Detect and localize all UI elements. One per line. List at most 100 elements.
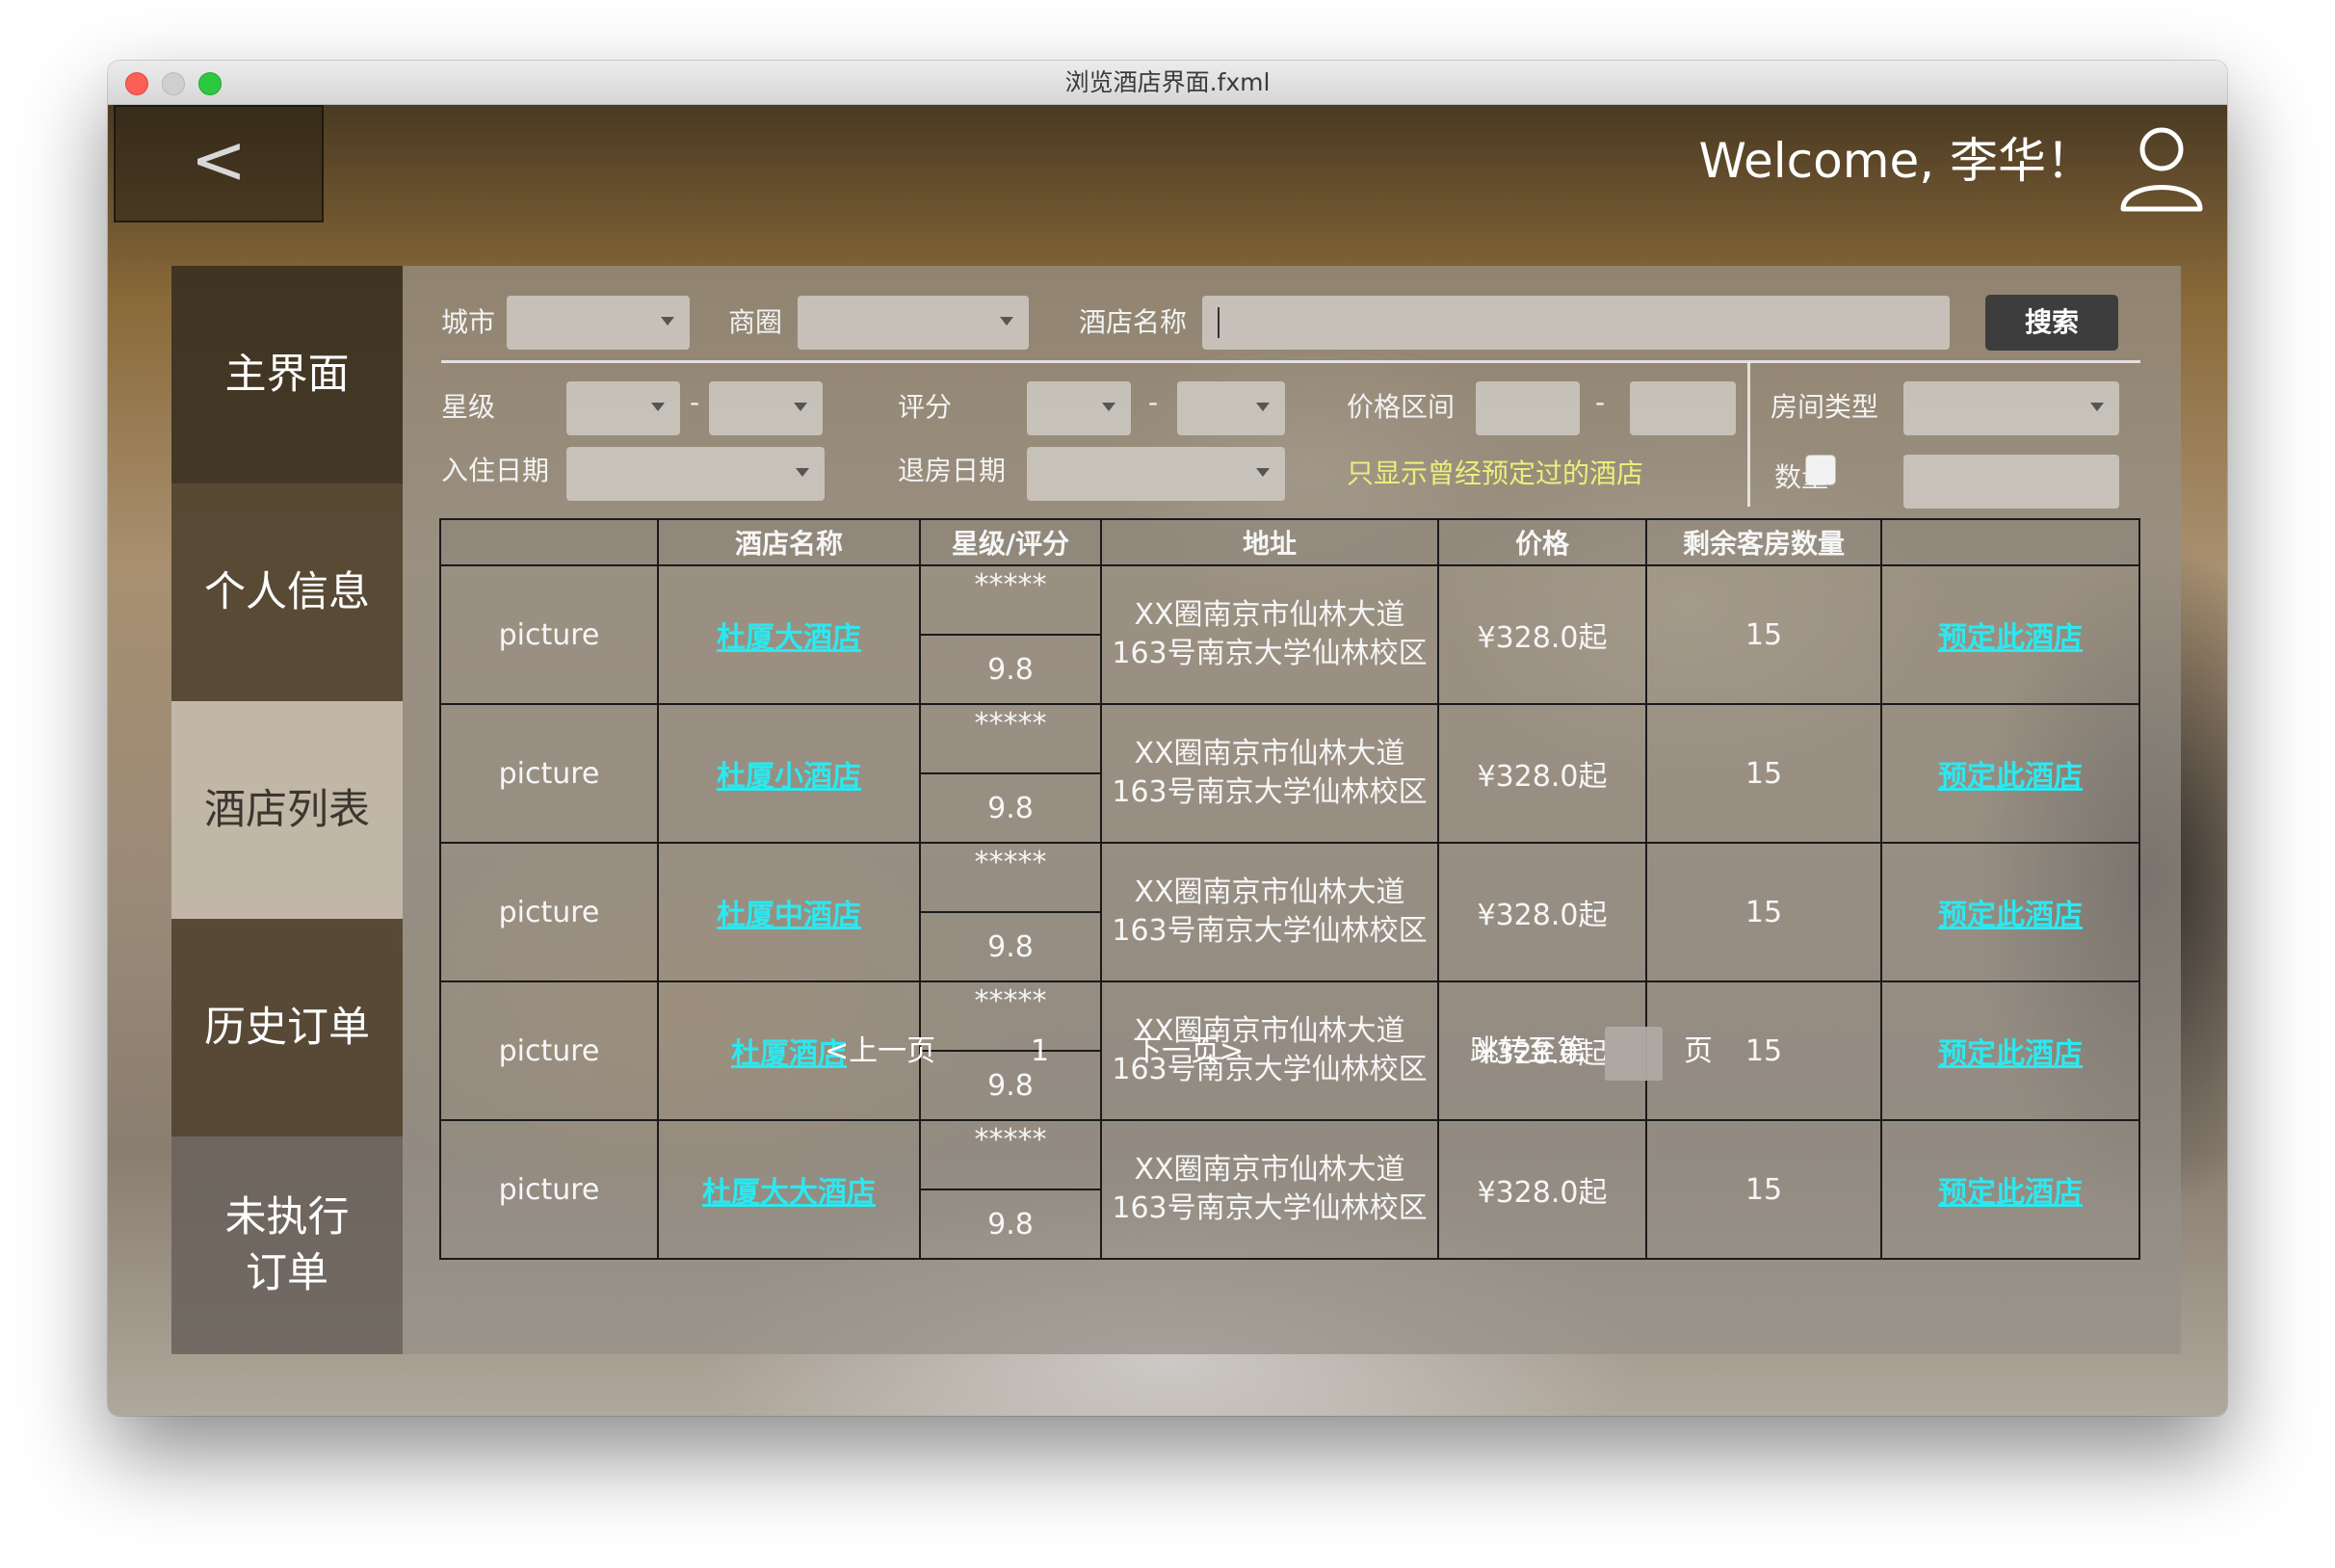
hotel-rating: 9.8 xyxy=(919,772,1102,844)
hotel-name-cell: 杜厦小酒店 xyxy=(657,703,921,844)
hotel-rating: 9.8 xyxy=(919,1189,1102,1260)
rating-max-select[interactable] xyxy=(1177,381,1285,435)
hotel-address: XX圈南京市仙林大道 163号南京大学仙林校区 xyxy=(1100,842,1439,982)
text-cursor xyxy=(1218,307,1220,338)
quantity-label: 数量 xyxy=(1774,461,1829,493)
book-hotel-link[interactable]: 预定此酒店 xyxy=(1938,1037,2083,1071)
column-header-address[interactable]: 地址 xyxy=(1100,518,1439,566)
hotel-table: 酒店名称 星级/评分 地址 价格 剩余客房数量 picture 杜厦大酒店 **… xyxy=(439,518,2140,1260)
room-type-label: 房间类型 xyxy=(1771,391,1879,423)
welcome-message: Welcome, 李华！ xyxy=(1698,133,2095,189)
price-min-input[interactable] xyxy=(1476,381,1580,435)
chevron-down-icon xyxy=(1256,403,1270,411)
district-label: 商圈 xyxy=(728,306,783,338)
book-cell: 预定此酒店 xyxy=(1880,564,2140,705)
column-header-star-rating[interactable]: 星级/评分 xyxy=(919,518,1102,566)
hotel-stars: ***** xyxy=(919,564,1102,636)
star-label: 星级 xyxy=(441,391,496,423)
address-line-2: 163号南京大学仙林校区 xyxy=(1112,914,1428,948)
filter-divider xyxy=(441,360,2140,363)
search-button[interactable]: 搜索 xyxy=(1985,295,2118,351)
jump-page-input[interactable] xyxy=(1605,1027,1663,1081)
book-cell: 预定此酒店 xyxy=(1880,842,2140,982)
column-header-hotel-name[interactable]: 酒店名称 xyxy=(657,518,921,566)
checkin-date-label: 入住日期 xyxy=(441,455,550,486)
price-range-dash: - xyxy=(1595,386,1606,418)
hotel-stars: ***** xyxy=(919,842,1102,913)
district-select[interactable] xyxy=(798,296,1029,350)
book-cell: 预定此酒店 xyxy=(1880,980,2140,1121)
main-content: < Welcome, 李华！ 主界面 个人信息 酒店列表 历史订单 未执行 订单 xyxy=(108,105,2227,1416)
table-header-row: 酒店名称 星级/评分 地址 价格 剩余客房数量 xyxy=(439,518,2140,566)
hotel-name-link[interactable]: 杜厦小酒店 xyxy=(717,760,861,794)
sidebar-item-profile[interactable]: 个人信息 xyxy=(171,483,403,701)
table-row: picture 杜厦小酒店 ***** XX圈南京市仙林大道 163号南京大学仙林… xyxy=(439,703,2140,844)
app-window: 浏览酒店界面.fxml < Welcome, 李华！ 主界面 个人信息 酒店列表… xyxy=(108,61,2227,1416)
rating-label: 评分 xyxy=(898,391,953,423)
address-line-1: XX圈南京市仙林大道 xyxy=(1134,737,1405,771)
book-hotel-link[interactable]: 预定此酒店 xyxy=(1938,621,2083,655)
table-row: picture 杜厦大酒店 ***** XX圈南京市仙林大道 163号南京大学仙林… xyxy=(439,564,2140,705)
table-row: picture 杜厦大大酒店 ***** XX圈南京市仙林大道 163号南京大学仙… xyxy=(439,1119,2140,1260)
rating-min-select[interactable] xyxy=(1027,381,1131,435)
price-max-input[interactable] xyxy=(1630,381,1736,435)
address-line-2: 163号南京大学仙林校区 xyxy=(1112,637,1428,670)
hotel-stars: ***** xyxy=(919,1119,1102,1190)
hotel-picture: picture xyxy=(439,980,659,1121)
rooms-left: 15 xyxy=(1645,842,1882,982)
window-title: 浏览酒店界面.fxml xyxy=(1064,68,1271,96)
prev-page-button[interactable]: <上一页 xyxy=(825,1027,935,1077)
user-avatar-icon[interactable] xyxy=(2113,117,2210,213)
sidebar-item-order-history[interactable]: 历史订单 xyxy=(171,919,403,1137)
city-select[interactable] xyxy=(507,296,690,350)
sidebar: 主界面 个人信息 酒店列表 历史订单 未执行 订单 xyxy=(171,266,403,1354)
address-line-1: XX圈南京市仙林大道 xyxy=(1134,1153,1405,1187)
sidebar-item-label: 个人信息 xyxy=(204,568,370,616)
title-bar: 浏览酒店界面.fxml xyxy=(108,61,2227,105)
quantity-input[interactable] xyxy=(1903,455,2119,509)
column-header-picture xyxy=(439,518,659,566)
star-min-select[interactable] xyxy=(566,381,680,435)
back-button[interactable]: < xyxy=(114,105,324,222)
rooms-left: 15 xyxy=(1645,980,1882,1121)
sidebar-item-label: 历史订单 xyxy=(204,1004,370,1052)
rating-range-dash: - xyxy=(1148,386,1159,418)
sidebar-item-pending-orders[interactable]: 未执行 订单 xyxy=(171,1137,403,1354)
checkout-date-picker[interactable] xyxy=(1027,447,1285,501)
hotel-name-link[interactable]: 杜厦中酒店 xyxy=(717,899,861,932)
jump-to-label: 跳转至第 xyxy=(1470,1034,1586,1068)
column-header-price[interactable]: 价格 xyxy=(1437,518,1647,566)
rooms-left: 15 xyxy=(1645,703,1882,844)
next-page-button[interactable]: 下一页> xyxy=(1133,1027,1244,1077)
hotel-name-link[interactable]: 杜厦大大酒店 xyxy=(702,1176,876,1210)
star-max-select[interactable] xyxy=(709,381,823,435)
chevron-down-icon xyxy=(1000,317,1013,326)
checkin-date-picker[interactable] xyxy=(566,447,825,501)
hotel-picture: picture xyxy=(439,703,659,844)
book-cell: 预定此酒店 xyxy=(1880,703,2140,844)
chevron-down-icon xyxy=(661,317,674,326)
hotel-name-input[interactable] xyxy=(1202,296,1950,350)
hotel-price: ¥328.0起 xyxy=(1437,703,1647,844)
sidebar-item-label: 未执行 订单 xyxy=(224,1193,350,1297)
hotel-rating: 9.8 xyxy=(919,1050,1102,1121)
chevron-down-icon xyxy=(796,468,809,477)
hotel-name-label: 酒店名称 xyxy=(1079,306,1188,338)
address-line-1: XX圈南京市仙林大道 xyxy=(1134,875,1405,909)
hotel-name-link[interactable]: 杜厦大酒店 xyxy=(717,621,861,655)
hotel-rating: 9.8 xyxy=(919,911,1102,982)
hotel-name-cell: 杜厦大酒店 xyxy=(657,564,921,705)
hotel-stars: ***** xyxy=(919,980,1102,1052)
book-hotel-link[interactable]: 预定此酒店 xyxy=(1938,899,2083,932)
sidebar-item-hotel-list[interactable]: 酒店列表 xyxy=(171,701,403,919)
book-hotel-link[interactable]: 预定此酒店 xyxy=(1938,760,2083,794)
book-hotel-link[interactable]: 预定此酒店 xyxy=(1938,1176,2083,1210)
book-cell: 预定此酒店 xyxy=(1880,1119,2140,1260)
hotel-price: ¥328.0起 xyxy=(1437,842,1647,982)
sidebar-item-label: 主界面 xyxy=(224,351,350,399)
room-type-select[interactable] xyxy=(1903,381,2119,435)
address-line-2: 163号南京大学仙林校区 xyxy=(1112,1191,1428,1225)
sidebar-item-home[interactable]: 主界面 xyxy=(171,266,403,483)
column-header-rooms-left[interactable]: 剩余客房数量 xyxy=(1645,518,1882,566)
page-suffix-label: 页 xyxy=(1684,1034,1713,1068)
